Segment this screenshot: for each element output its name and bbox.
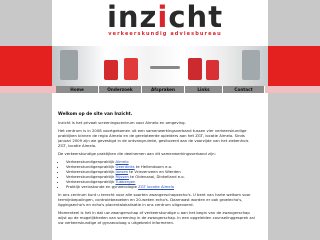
history-paragraph: Het centrum is in 2008 voortgekomen uit … <box>58 128 249 148</box>
banner-side-left <box>0 46 52 86</box>
page-title: Welkom op de site van Inzicht. <box>58 112 133 117</box>
nav-contact[interactable]: Contact <box>223 86 265 93</box>
header: inzicht verkeerskundig adviesbureau <box>52 0 268 42</box>
logo-part-3: cht <box>168 0 224 34</box>
site-logo[interactable]: inzicht <box>80 2 250 32</box>
nav-onderzoek[interactable]: Onderzoek <box>99 86 142 93</box>
main-content: Welkom op de site van Inzicht. Inzicht i… <box>58 112 258 228</box>
logo-part-2: i <box>157 0 169 34</box>
photo-table <box>150 66 180 69</box>
list-item: Praktijk verloskunde en gynaecologie ZGT… <box>66 184 258 189</box>
screening-paragraph: Momenteel is het in dat uw zwangerschap … <box>58 210 255 225</box>
practices-intro: De verkeerskundige praktijken die deelne… <box>58 151 216 156</box>
practices-list: Verkeerskundigenpraktijk Almelo Verkeers… <box>58 159 258 189</box>
photo-chair <box>104 60 118 80</box>
nav-home[interactable]: Home <box>56 86 99 93</box>
logo-tagline: verkeerskundig adviesbureau <box>108 31 222 37</box>
nav-links[interactable]: Links <box>185 86 223 93</box>
photo-chair <box>206 60 219 80</box>
header-photo <box>52 46 268 86</box>
photo-chair <box>124 58 138 80</box>
intro-paragraph: Inzicht is het privaat screeningscentrum… <box>58 120 186 125</box>
banner-side-right <box>268 46 320 86</box>
photo-chair <box>188 58 202 80</box>
photo-window <box>60 50 78 80</box>
services-paragraph: In ons centrum kunt u terecht voor alle … <box>58 192 251 207</box>
nav-afspraken[interactable]: Afspraken <box>142 86 185 93</box>
photo-window <box>242 50 260 80</box>
practice-link[interactable]: ZGT locatie Almelo <box>138 184 174 189</box>
logo-part-1: inz <box>106 0 158 34</box>
practice-location: te Oldenzaal, Dinkelland e.o. <box>128 174 185 179</box>
practice-label: Praktijk verloskunde en gynaecologie <box>66 184 139 189</box>
